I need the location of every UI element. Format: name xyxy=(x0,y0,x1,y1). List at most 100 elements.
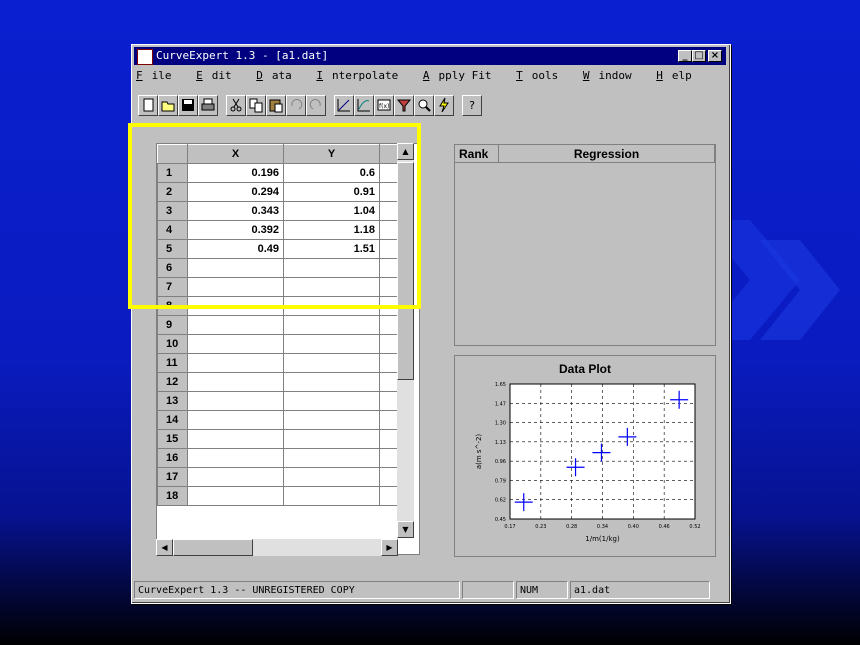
cell-y[interactable]: 1.18 xyxy=(283,220,380,240)
row-header[interactable]: 9 xyxy=(157,315,188,335)
row-header[interactable]: 8 xyxy=(157,296,188,316)
row-header[interactable]: 1 xyxy=(157,163,188,183)
cell-y[interactable] xyxy=(283,448,380,468)
row-header[interactable]: 18 xyxy=(157,486,188,506)
row-header[interactable]: 12 xyxy=(157,372,188,392)
cell-x[interactable] xyxy=(187,258,284,278)
cell-y[interactable]: 1.51 xyxy=(283,239,380,259)
cell-x[interactable]: 0.343 xyxy=(187,201,284,221)
cell-x[interactable]: 0.49 xyxy=(187,239,284,259)
fit-curve-icon[interactable] xyxy=(354,95,374,116)
row-header[interactable]: 13 xyxy=(157,391,188,411)
save-icon[interactable] xyxy=(178,95,198,116)
cell-blank[interactable] xyxy=(379,372,398,392)
cell-x[interactable] xyxy=(187,334,284,354)
cell-x[interactable] xyxy=(187,448,284,468)
horizontal-scrollbar[interactable]: ◀ ▶ xyxy=(156,539,398,556)
menu-apply-fit[interactable]: Apply Fit xyxy=(423,69,501,82)
cell-y[interactable] xyxy=(283,429,380,449)
row-header[interactable]: 15 xyxy=(157,429,188,449)
cell-x[interactable] xyxy=(187,277,284,297)
redo-icon[interactable] xyxy=(306,95,326,116)
cell-y[interactable] xyxy=(283,372,380,392)
menu-help[interactable]: Help xyxy=(656,69,701,82)
cell-blank[interactable] xyxy=(379,277,398,297)
cell-blank[interactable] xyxy=(379,220,398,240)
row-header[interactable]: 6 xyxy=(157,258,188,278)
cell-blank[interactable] xyxy=(379,182,398,202)
cell-y[interactable] xyxy=(283,258,380,278)
cell-y[interactable] xyxy=(283,315,380,335)
paste-icon[interactable] xyxy=(266,95,286,116)
cell-x[interactable] xyxy=(187,315,284,335)
column-header-x[interactable]: X xyxy=(187,144,284,164)
cell-y[interactable] xyxy=(283,296,380,316)
line-plot-icon[interactable] xyxy=(334,95,354,116)
scroll-thumb[interactable] xyxy=(397,162,414,380)
cell-blank[interactable] xyxy=(379,315,398,335)
hscroll-thumb[interactable] xyxy=(173,539,253,556)
cell-x[interactable] xyxy=(187,410,284,430)
menu-window[interactable]: Window xyxy=(583,69,641,82)
menu-file[interactable]: File xyxy=(136,69,181,82)
row-header[interactable]: 2 xyxy=(157,182,188,202)
cell-y[interactable] xyxy=(283,467,380,487)
row-header[interactable]: 16 xyxy=(157,448,188,468)
row-header[interactable]: 4 xyxy=(157,220,188,240)
row-header[interactable]: 3 xyxy=(157,201,188,221)
help-icon[interactable]: ? xyxy=(462,95,482,116)
cell-y[interactable] xyxy=(283,410,380,430)
cell-y[interactable]: 1.04 xyxy=(283,201,380,221)
row-header[interactable]: 5 xyxy=(157,239,188,259)
cell-blank[interactable] xyxy=(379,334,398,354)
menu-interpolate[interactable]: Interpolate xyxy=(316,69,407,82)
menu-tools[interactable]: Tools xyxy=(516,69,567,82)
maximize-button[interactable]: □ xyxy=(692,50,706,62)
title-bar[interactable]: CurveExpert 1.3 - [a1.dat] _ □ × xyxy=(134,47,726,65)
new-file-icon[interactable] xyxy=(138,95,158,116)
regression-header[interactable]: Regression xyxy=(499,145,715,163)
function-icon[interactable]: f(x) xyxy=(374,95,394,116)
cell-x[interactable] xyxy=(187,353,284,373)
cell-blank[interactable] xyxy=(379,296,398,316)
print-icon[interactable] xyxy=(198,95,218,116)
cell-y[interactable] xyxy=(283,277,380,297)
row-header[interactable]: 11 xyxy=(157,353,188,373)
row-header[interactable]: 17 xyxy=(157,467,188,487)
scroll-right-icon[interactable]: ▶ xyxy=(381,539,398,556)
cell-blank[interactable] xyxy=(379,163,398,183)
cell-y[interactable] xyxy=(283,334,380,354)
cell-blank[interactable] xyxy=(379,201,398,221)
cell-x[interactable] xyxy=(187,372,284,392)
copy-icon[interactable] xyxy=(246,95,266,116)
undo-icon[interactable] xyxy=(286,95,306,116)
cell-y[interactable] xyxy=(283,391,380,411)
close-button[interactable]: × xyxy=(708,50,722,62)
cell-y[interactable] xyxy=(283,353,380,373)
cell-y[interactable]: 0.91 xyxy=(283,182,380,202)
zoom-icon[interactable] xyxy=(414,95,434,116)
row-header[interactable]: 14 xyxy=(157,410,188,430)
open-folder-icon[interactable] xyxy=(158,95,178,116)
cell-blank[interactable] xyxy=(379,239,398,259)
cell-blank[interactable] xyxy=(379,353,398,373)
cell-x[interactable] xyxy=(187,486,284,506)
cell-x[interactable]: 0.196 xyxy=(187,163,284,183)
menu-data[interactable]: Data xyxy=(256,69,301,82)
lightning-icon[interactable] xyxy=(434,95,454,116)
column-header-y[interactable]: Y xyxy=(283,144,380,164)
vertical-scrollbar[interactable]: ▲ ▼ xyxy=(397,143,414,538)
scroll-left-icon[interactable]: ◀ xyxy=(156,539,173,556)
cell-blank[interactable] xyxy=(379,391,398,411)
cell-blank[interactable] xyxy=(379,448,398,468)
corner-cell[interactable] xyxy=(157,144,188,164)
cell-x[interactable] xyxy=(187,467,284,487)
cell-x[interactable] xyxy=(187,429,284,449)
menu-edit[interactable]: Edit xyxy=(196,69,241,82)
cell-x[interactable]: 0.294 xyxy=(187,182,284,202)
cell-blank[interactable] xyxy=(379,429,398,449)
cut-icon[interactable] xyxy=(226,95,246,116)
cell-blank[interactable] xyxy=(379,467,398,487)
cell-blank[interactable] xyxy=(379,258,398,278)
filter-icon[interactable] xyxy=(394,95,414,116)
